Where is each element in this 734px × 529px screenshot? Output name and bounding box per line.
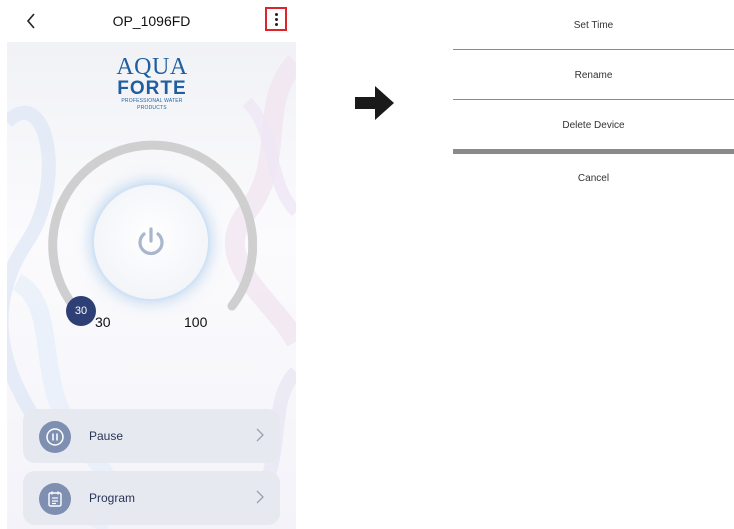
options-menu: Set Time Rename Delete Device Cancel bbox=[453, 0, 734, 200]
dial-min-label: 30 bbox=[95, 314, 111, 330]
menu-divider bbox=[453, 49, 734, 50]
dial-max-label: 100 bbox=[184, 314, 208, 330]
pause-icon bbox=[39, 421, 71, 453]
page-title: OP_1096FD bbox=[112, 13, 191, 29]
dial-knob[interactable]: 30 bbox=[66, 296, 96, 326]
menu-separator bbox=[453, 149, 734, 154]
pause-label: Pause bbox=[89, 429, 124, 443]
arrow-right-icon bbox=[355, 86, 394, 120]
app-header: OP_1096FD bbox=[7, 0, 296, 42]
logo-line-1: AQUA bbox=[116, 54, 188, 80]
chevron-right-icon bbox=[256, 428, 264, 442]
logo-line-2: FORTE bbox=[117, 78, 187, 99]
menu-item-set-time[interactable]: Set Time bbox=[453, 20, 734, 31]
power-button[interactable] bbox=[94, 185, 208, 299]
more-options-button[interactable] bbox=[265, 7, 287, 31]
brand-logo: AQUA FORTE PROFESSIONAL WATER PRODUCTS bbox=[111, 55, 193, 111]
pause-card[interactable]: Pause bbox=[23, 409, 280, 463]
program-label: Program bbox=[89, 491, 136, 505]
power-icon bbox=[138, 227, 164, 256]
program-card[interactable]: Program bbox=[23, 471, 280, 525]
more-vertical-icon bbox=[274, 12, 278, 26]
menu-item-rename[interactable]: Rename bbox=[453, 70, 734, 81]
calendar-icon bbox=[39, 483, 71, 515]
device-screen: OP_1096FD AQUA FORTE PROFESSIONAL WATER … bbox=[7, 0, 296, 529]
menu-cancel-button[interactable]: Cancel bbox=[453, 173, 734, 184]
menu-item-delete-device[interactable]: Delete Device bbox=[453, 120, 734, 131]
menu-divider bbox=[453, 99, 734, 100]
chevron-right-icon bbox=[256, 490, 264, 504]
logo-tagline: PROFESSIONAL WATER PRODUCTS bbox=[121, 98, 183, 111]
